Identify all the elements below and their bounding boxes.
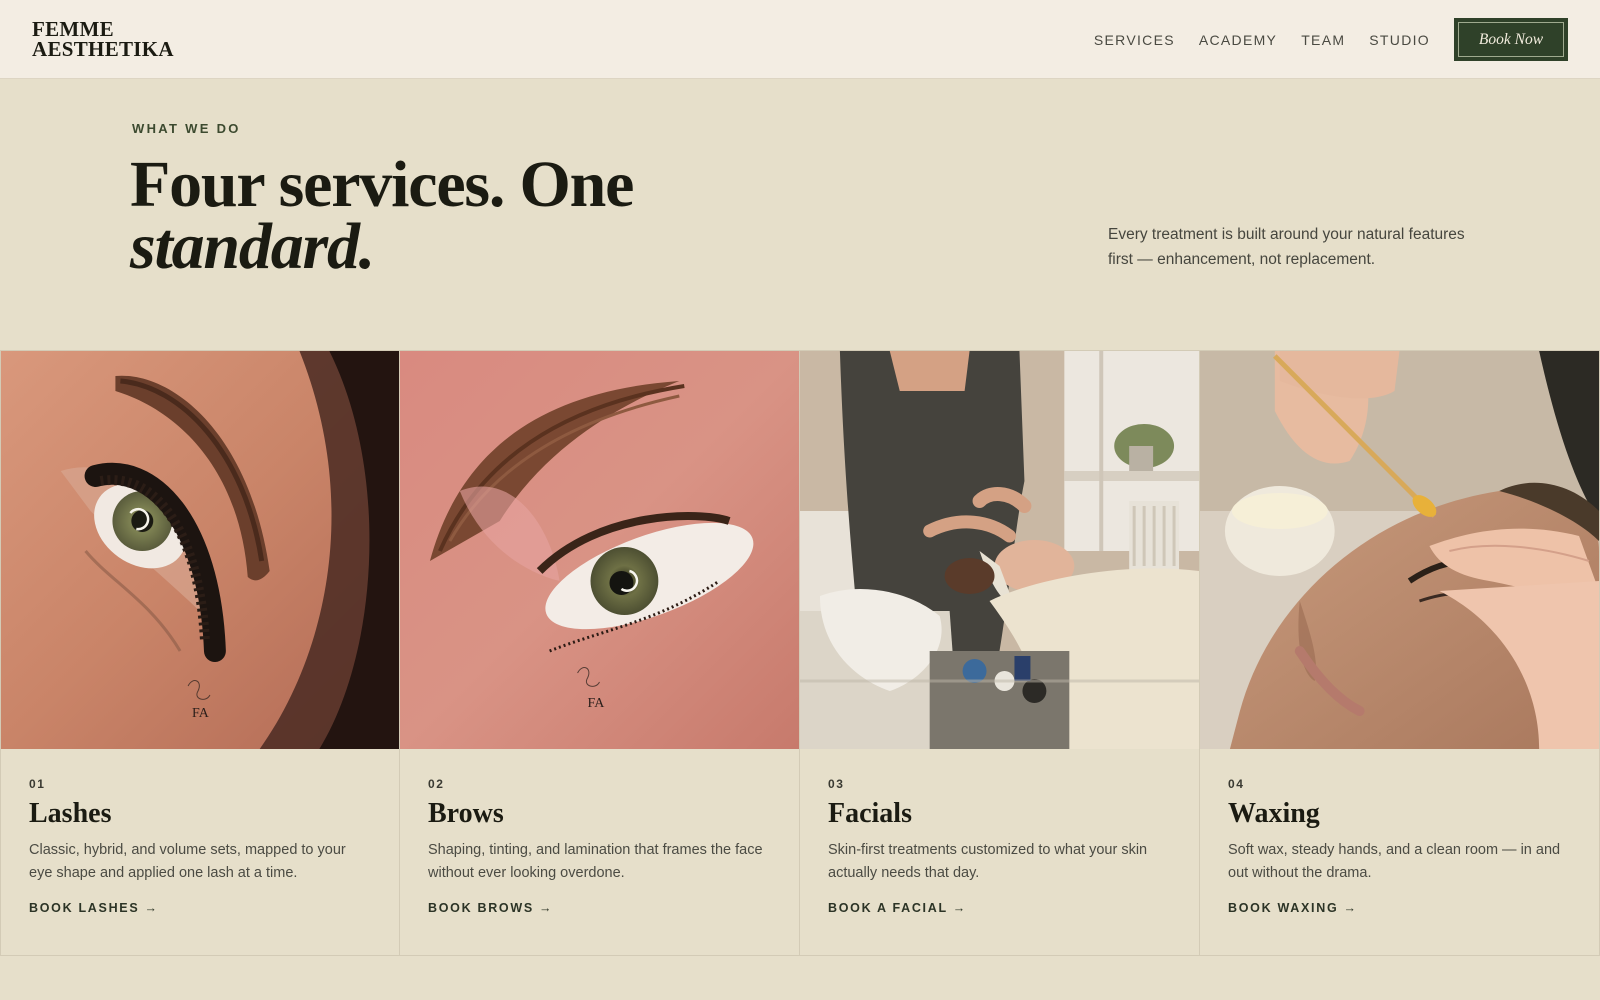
service-card-lashes: FA 01 Lashes Classic, hybrid, and volume… — [0, 351, 400, 955]
page-title-line-2: standard. — [130, 210, 375, 283]
main-nav: SERVICES ACADEMY TEAM STUDIO — [1094, 32, 1430, 48]
brand-line-1: FEMME — [32, 17, 114, 41]
facials-photo[interactable] — [800, 351, 1199, 749]
nav-team[interactable]: TEAM — [1301, 32, 1345, 48]
services-grid: FA 01 Lashes Classic, hybrid, and volume… — [0, 350, 1600, 956]
waxing-image — [1200, 351, 1599, 749]
service-title: Waxing — [1228, 798, 1320, 829]
book-waxing-link[interactable]: BOOK WAXING → — [1228, 901, 1358, 915]
service-card-facials: 03 Facials Skin-first treatments customi… — [799, 351, 1200, 955]
book-facial-link[interactable]: BOOK A FACIAL → — [828, 901, 967, 915]
book-brows-link[interactable]: BOOK BROWS → — [428, 901, 553, 915]
service-card-body: 02 Brows Shaping, tinting, and laminatio… — [428, 777, 779, 917]
service-description: Shaping, tinting, and lamination that fr… — [428, 842, 763, 881]
service-card-waxing: 04 Waxing Soft wax, steady hands, and a … — [1199, 351, 1600, 955]
service-title: Brows — [428, 798, 504, 829]
waxing-photo[interactable] — [1200, 351, 1599, 749]
service-description: Classic, hybrid, and volume sets, mapped… — [29, 842, 346, 881]
facial-room-image — [800, 351, 1199, 749]
service-card-body: 01 Lashes Classic, hybrid, and volume se… — [29, 777, 379, 917]
brows-watermark: FA — [588, 696, 605, 711]
lashes-photo[interactable]: FA — [1, 351, 399, 749]
service-description: Soft wax, steady hands, and a clean room… — [1228, 842, 1561, 881]
nav-academy[interactable]: ACADEMY — [1199, 32, 1277, 48]
brand-logo[interactable]: FEMME AESTHETIKA — [32, 17, 174, 61]
service-card-body: 04 Waxing Soft wax, steady hands, and a … — [1228, 777, 1579, 917]
service-number: 02 — [428, 777, 445, 791]
section-eyebrow: WHAT WE DO — [132, 121, 241, 136]
book-now-label: Book Now — [1478, 30, 1544, 48]
service-number: 04 — [1228, 777, 1245, 791]
service-card-brows: FA 02 Brows Shaping, tinting, and lamina… — [399, 351, 800, 955]
service-title: Lashes — [29, 798, 112, 829]
brows-photo[interactable]: FA — [400, 351, 799, 749]
site-header: FEMME AESTHETIKA SERVICES ACADEMY TEAM S… — [0, 0, 1600, 79]
nav-services[interactable]: SERVICES — [1094, 32, 1175, 48]
lashes-watermark: FA — [192, 706, 209, 721]
nav-studio[interactable]: STUDIO — [1369, 32, 1430, 48]
lash-eye-image: FA — [1, 351, 399, 749]
brow-eye-image: FA — [400, 351, 799, 749]
service-card-body: 03 Facials Skin-first treatments customi… — [828, 777, 1179, 917]
page-title: Four services. One standard. — [130, 148, 634, 283]
service-number: 03 — [828, 777, 845, 791]
brand-line-2: AESTHETIKA — [32, 37, 174, 61]
book-lashes-link[interactable]: BOOK LASHES → — [29, 901, 159, 915]
page-title-line-1: Four services. One — [130, 148, 634, 221]
service-description: Skin-first treatments customized to what… — [828, 842, 1148, 881]
service-title: Facials — [828, 798, 912, 829]
hero-intro: Every treatment is built around your nat… — [1108, 226, 1465, 268]
service-number: 01 — [29, 777, 46, 791]
book-now-button[interactable]: Book Now — [1454, 18, 1568, 61]
